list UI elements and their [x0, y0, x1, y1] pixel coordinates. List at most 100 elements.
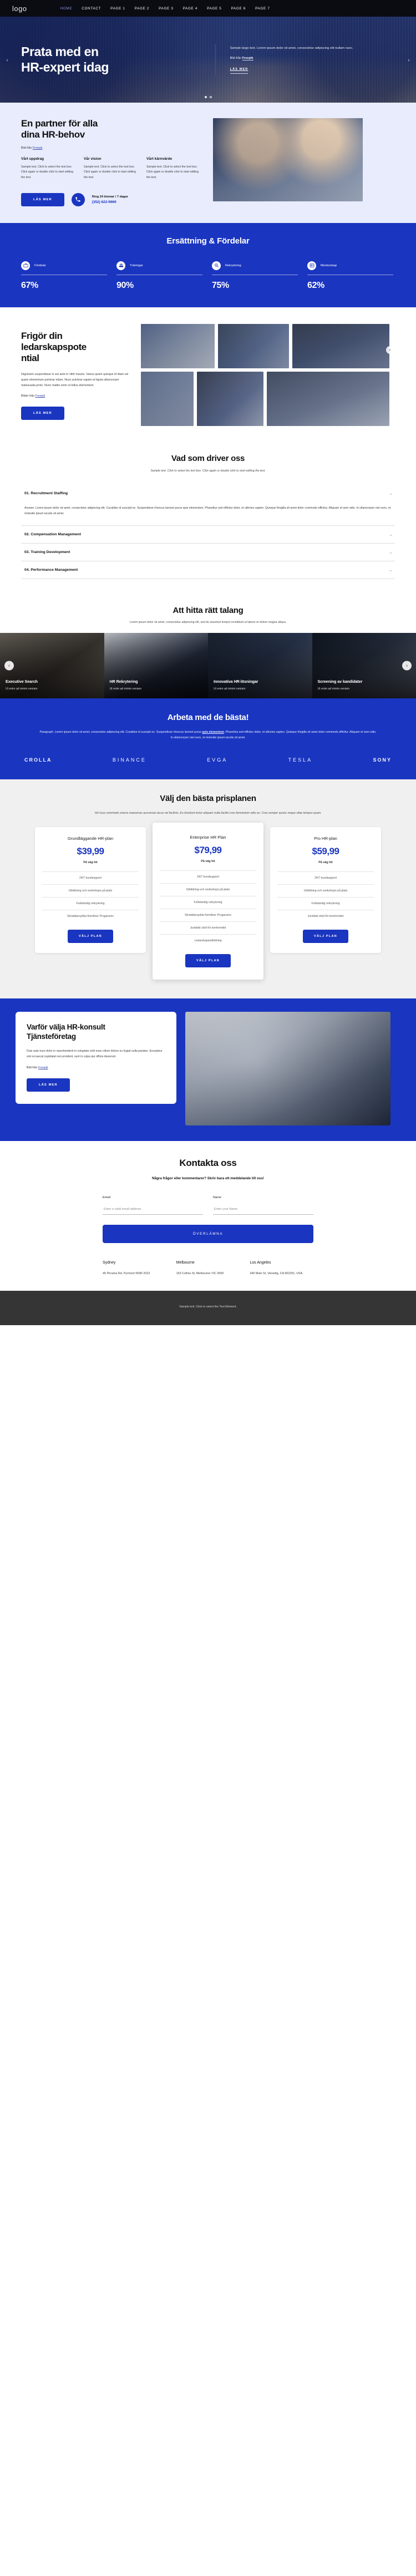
id-card-icon [307, 261, 316, 270]
nav-item-page-4[interactable]: PAGE 4 [183, 7, 197, 11]
stat-card-recruitment: Rekrytering 75% [212, 261, 298, 291]
name-field-wrapper: Name [213, 1196, 313, 1215]
plan-select-button[interactable]: VÄLJ PLAN [303, 930, 348, 944]
nav-item-page-6[interactable]: PAGE 6 [231, 7, 246, 11]
brands-title: Arbeta med de bästa! [167, 712, 249, 722]
site-footer: Sample text. Click to select the Text El… [0, 1291, 416, 1326]
talent-card-carousel: Executive Search Ut enim ad minim veniam… [0, 632, 416, 698]
accordion-header-4[interactable]: 04. Performance Management ⌄ [21, 561, 395, 579]
nav-item-page-5[interactable]: PAGE 5 [207, 7, 221, 11]
nav-item-page-7[interactable]: PAGE 7 [255, 7, 270, 11]
hero-read-more-link[interactable]: LÄS MER [230, 68, 248, 74]
brands-section: Arbeta med de bästa! Paragraph. Lorem ip… [0, 698, 416, 780]
partner-column-heading: Vårt uppdrag [21, 156, 44, 161]
plan-price: $59,99 [312, 846, 340, 857]
phone-number[interactable]: (352) 622-9969 [92, 200, 128, 204]
plan-price: $39,99 [77, 846, 105, 857]
why-section: Varför välja HR-konsult Tjänsteföretag D… [0, 998, 416, 1142]
leadership-title-line-3: ntial [21, 352, 39, 363]
talent-lede: Lorem ipsum dolor sit amet, consectetur … [129, 620, 287, 624]
talent-card-hr-rekrytering[interactable]: HR Rekrytering Ut enim ad minim veniam [104, 632, 208, 698]
hero-prev-arrow-icon[interactable]: ‹ [3, 56, 11, 64]
hero-dot-2[interactable] [209, 96, 212, 98]
talent-card-innovativa-hr-losningar[interactable]: Innovativa HR-lösningar Ut enim ad minim… [208, 632, 312, 698]
people-group-icon [116, 261, 125, 270]
talent-card-executive-search[interactable]: Executive Search Ut enim ad minim veniam [0, 632, 104, 698]
chevron-down-icon[interactable]: ⌄ [389, 550, 393, 555]
email-input[interactable] [103, 1205, 203, 1215]
leadership-title-line-1: Frigör din [21, 330, 63, 341]
partner-column-heading: Vårt kärnvärde [146, 156, 173, 161]
partner-title-line-1: En partner för alla [21, 118, 98, 129]
partner-title: En partner för alla dina HR-behov [21, 118, 204, 141]
stat-label: Rekrytering [225, 263, 241, 267]
nav-item-page-1[interactable]: PAGE 1 [110, 7, 125, 11]
stat-value: 62% [307, 280, 324, 290]
name-label: Name [213, 1196, 221, 1200]
partner-column-body: Sample text. Click to select the text bo… [21, 165, 73, 180]
office-sydney: Sydney 45 Pirrama Rd, Pyrmont NSW 2022 [103, 1261, 166, 1276]
brands-body-link[interactable]: quis elementum [202, 731, 224, 734]
office-city: Sydney [103, 1261, 116, 1265]
why-image [185, 1012, 390, 1126]
plan-select-button[interactable]: VÄLJ PLAN [185, 954, 231, 968]
partner-column-mission: Vårt uppdrag Sample text. Click to selec… [21, 157, 77, 181]
pricing-lede: Vel risus commodo viverra maecenas accum… [94, 812, 322, 815]
hero-credit-link[interactable]: Freepik [242, 56, 253, 60]
plan-feature-list: 24/7 kundsupport Utbildning och workshop… [277, 871, 374, 922]
name-input[interactable] [213, 1205, 313, 1215]
brand-logo-row: CROLLA BINANCE EVGA TESLA SONY [21, 757, 395, 763]
magnifier-person-icon [212, 261, 221, 270]
hero-next-arrow-icon[interactable]: › [405, 56, 413, 64]
hero-dot-1[interactable] [204, 96, 207, 98]
nav-item-page-3[interactable]: PAGE 3 [159, 7, 173, 11]
office-address: 163 Collins St, Melbourne VIC 3000 [176, 1272, 224, 1276]
accordion-header-1[interactable]: 01. Recruitment Staffing ⌄ [21, 485, 395, 502]
chevron-down-icon[interactable]: ⌄ [389, 491, 393, 496]
why-read-more-button[interactable]: LÄS MER [27, 1078, 70, 1092]
partner-credit-link[interactable]: Freepik [33, 146, 43, 150]
talent-card-screening-av-kandidater[interactable]: Screening av kandidater Ut enim ad minim… [312, 632, 416, 698]
partner-section: En partner för alla dina HR-behov Bild f… [0, 103, 416, 223]
leadership-credit-link[interactable]: Freepik [35, 394, 45, 398]
why-credit-link[interactable]: Freepik [38, 1066, 48, 1069]
plan-select-button[interactable]: VÄLJ PLAN [68, 930, 113, 944]
office-melbourne: Melbourne 163 Collins St, Melbourne VIC … [176, 1261, 240, 1276]
accordion-item-title: 04. Performance Management [24, 567, 78, 572]
nav-item-contact[interactable]: CONTACT [82, 7, 101, 11]
chevron-right-icon[interactable]: › [386, 346, 394, 354]
plan-feature: Fullständig rekrytering [160, 896, 256, 909]
chevron-down-icon[interactable]: ⌄ [389, 567, 393, 572]
partner-read-more-button[interactable]: LÄS MER [21, 192, 64, 206]
plan-feature: Juridiskt stöd för konformitet [160, 921, 256, 934]
talent-section: Att hitta rätt talang Lorem ipsum dolor … [0, 593, 416, 698]
why-image-credit: Bild från Freepik [27, 1066, 165, 1069]
chevron-right-icon[interactable]: › [402, 661, 412, 671]
accordion-lede: Sample text. Click to select the text bo… [150, 469, 266, 473]
accordion-header-2[interactable]: 02. Compensation Management ⌄ [21, 526, 395, 543]
brand-logo-tesla: TESLA [288, 757, 313, 763]
site-logo[interactable]: logo [12, 4, 27, 13]
gallery-image-1 [141, 323, 215, 368]
submit-button[interactable]: ÖVERLÄMNA [103, 1225, 313, 1244]
talent-card-sub: Ut enim ad minim veniam [6, 687, 38, 691]
chevron-down-icon[interactable]: ⌄ [389, 532, 393, 537]
chevron-left-icon[interactable]: ‹ [4, 661, 14, 671]
pricing-plan-enterprise: Enterprise HR Plan $79,99 På väg hit 24/… [153, 823, 263, 980]
accordion-header-3[interactable]: 03. Training Development ⌄ [21, 544, 395, 561]
nav-item-page-2[interactable]: PAGE 2 [135, 7, 149, 11]
contact-lede: Några frågor eller kommentarer? Skriv ba… [152, 1177, 264, 1181]
accordion-item-3: 03. Training Development ⌄ [21, 544, 395, 561]
nav-item-home[interactable]: HOME [60, 7, 73, 11]
stat-card-benefits: Fördelar 67% [21, 261, 107, 291]
plan-feature: Fullständig rekrytering [277, 897, 374, 910]
brand-logo-evga: EVGA [207, 757, 228, 763]
plan-feature: Utbildning och workshops på plats [160, 883, 256, 896]
partner-title-line-2: dina HR-behov [21, 129, 85, 140]
talent-card-sub: Ut enim ad minim veniam [109, 687, 141, 691]
leadership-read-more-button[interactable]: LÄS MER [21, 406, 64, 420]
gallery-image-6 [267, 371, 389, 426]
accordion-item-title: 01. Recruitment Staffing [24, 491, 68, 495]
plan-period: På väg hit [318, 861, 333, 865]
phone-block: Ring 24 timmar / 7 dagar (352) 622-9969 [92, 195, 128, 204]
